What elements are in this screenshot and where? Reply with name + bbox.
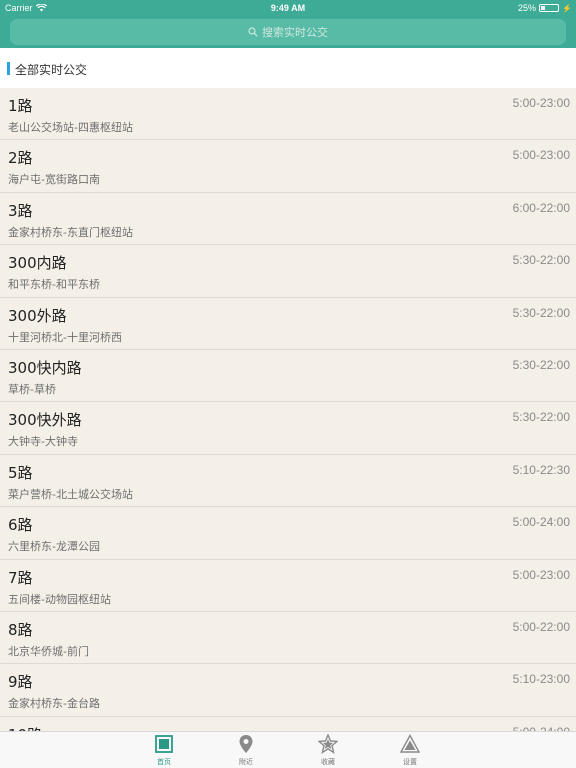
route-row[interactable]: 9路金家村桥东-金台路 5:10-23:00 [0, 664, 576, 717]
tab-label: 设置 [403, 758, 417, 766]
route-name: 5路 [8, 463, 33, 482]
route-name: 300外路 [8, 306, 67, 325]
route-name: 3路 [8, 201, 33, 220]
route-row[interactable]: 7路五间楼-动物园枢纽站 5:00-23:00 [0, 560, 576, 612]
route-hours: 5:10-23:00 [512, 672, 570, 687]
search-icon [248, 27, 258, 37]
route-name: 300快外路 [8, 411, 82, 430]
route-name: 6路 [8, 516, 33, 535]
route-hours: 6:00-22:00 [512, 200, 570, 215]
search-placeholder: 搜索实时公交 [262, 26, 328, 39]
route-stops: 海户屯-宽街路口南 [8, 173, 100, 187]
star-icon [318, 734, 338, 754]
route-row[interactable]: 300内路和平东桥-和平东桥 5:30-22:00 [0, 245, 576, 298]
route-row[interactable]: 5路菜户营桥-北土城公交场站 5:10-22:30 [0, 455, 576, 508]
section-header: 全部实时公交 [0, 48, 576, 88]
route-stops: 十里河桥北-十里河桥西 [8, 330, 122, 344]
status-bar: Carrier 9:49 AM 25% ⚡ [0, 0, 576, 16]
route-stops: 大钟寺-大钟寺 [8, 435, 78, 449]
triangle-settings-icon [400, 734, 420, 753]
route-hours: 5:00-23:00 [512, 96, 570, 110]
route-row[interactable]: 6路六里桥东-龙潭公园 5:00-24:00 [0, 507, 576, 560]
battery-percent: 25% [518, 3, 537, 13]
route-hours: 5:30-22:00 [512, 305, 570, 320]
route-row[interactable]: 2路海户屯-宽街路口南 5:00-23:00 [0, 140, 576, 193]
route-hours: 5:30-22:00 [512, 410, 570, 425]
route-hours: 5:00-23:00 [512, 148, 570, 163]
route-name: 2路 [8, 149, 33, 168]
route-hours: 5:30-22:00 [512, 253, 570, 268]
section-title: 全部实时公交 [15, 63, 88, 77]
route-row[interactable]: 8路北京华侨城-前门 5:00-22:00 [0, 612, 576, 665]
section-accent-bar [7, 62, 10, 75]
route-hours: 5:00-22:00 [512, 619, 570, 634]
tab-home[interactable]: 首页 [134, 734, 194, 767]
route-row[interactable]: 1路老山公交场站-四惠枢纽站 5:00-23:00 [0, 88, 576, 141]
route-hours: 5:00-24:00 [512, 515, 570, 530]
route-name: 300内路 [8, 254, 67, 273]
tab-triangle-settings[interactable]: 设置 [380, 734, 440, 767]
route-list: 1路老山公交场站-四惠枢纽站 5:00-23:00 2路海户屯-宽街路口南 5:00-… [0, 88, 576, 734]
search-input[interactable]: 搜索实时公交 [10, 19, 566, 45]
route-row[interactable]: 3路金家村桥东-东直门枢纽站 6:00-22:00 [0, 193, 576, 246]
tab-label: 附近 [239, 758, 253, 766]
tab-label: 首页 [157, 758, 171, 766]
home-icon [155, 735, 173, 753]
route-stops: 金家村桥东-东直门枢纽站 [8, 225, 133, 239]
tab-label: 收藏 [321, 758, 335, 766]
app-window: Carrier 9:49 AM 25% ⚡ 搜索实时公交 全部实时公交 1路 老… [0, 0, 576, 768]
route-name: 9路 [8, 673, 33, 692]
header: Carrier 9:49 AM 25% ⚡ 搜索实时公交 [0, 0, 576, 48]
status-time: 9:49 AM [270, 3, 306, 13]
route-row[interactable]: 300外路十里河桥北-十里河桥西 5:30-22:00 [0, 298, 576, 350]
battery-icon [539, 4, 560, 12]
route-row[interactable]: 300快外路大钟寺-大钟寺 5:30-22:00 [0, 402, 576, 455]
route-stops: 北京华侨城-前门 [8, 644, 89, 658]
route-stops: 菜户营桥-北土城公交场站 [8, 487, 133, 501]
route-stops: 五间楼-动物园枢纽站 [8, 592, 111, 606]
route-stops: 六里桥东-龙潭公园 [8, 540, 100, 554]
route-hours: 5:10-22:30 [512, 462, 570, 477]
route-name: 8路 [8, 620, 33, 639]
location-pin-icon [239, 735, 253, 753]
route-row[interactable]: 300快内路草桥-草桥 5:30-22:00 [0, 350, 576, 403]
charging-bolt-icon: ⚡ [562, 3, 572, 13]
tab-star[interactable]: 收藏 [298, 734, 358, 767]
tab-bar: 首页 附近 收藏 设置 [0, 731, 576, 768]
route-stops: 草桥-草桥 [8, 382, 56, 396]
route-name: 1路 [8, 97, 33, 115]
route-name: 7路 [8, 568, 33, 587]
route-name: 300快内路 [8, 358, 82, 377]
route-stops: 老山公交场站-四惠枢纽站 [8, 121, 133, 134]
route-stops: 金家村桥东-金台路 [8, 697, 100, 711]
status-battery: 25% ⚡ [518, 3, 572, 13]
tab-location-pin[interactable]: 附近 [216, 734, 276, 767]
route-hours: 5:30-22:00 [512, 357, 570, 372]
route-stops: 和平东桥-和平东桥 [8, 278, 100, 292]
battery-level [541, 6, 546, 10]
route-hours: 5:00-23:00 [512, 567, 570, 582]
